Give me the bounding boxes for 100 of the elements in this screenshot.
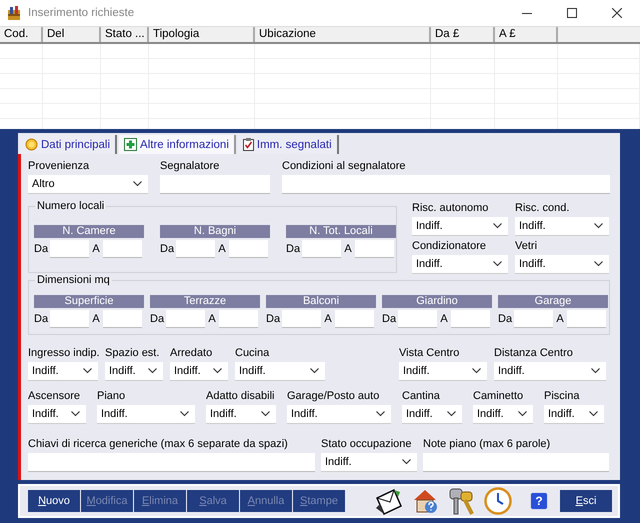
range-label: A [555, 313, 565, 325]
field-label: Spazio est. [105, 347, 160, 360]
dropdown[interactable]: Indiff. [206, 405, 276, 424]
chevron-icon [376, 411, 385, 417]
input-field[interactable] [103, 240, 142, 258]
chevron-icon [402, 459, 411, 465]
dropdown[interactable]: Indiff. [321, 453, 417, 472]
field-label: Ascensore [28, 390, 81, 403]
field-label: Adatto disabili [206, 390, 276, 403]
range-label: Da [266, 313, 282, 325]
range-label: A [91, 313, 101, 325]
input-field[interactable] [50, 310, 89, 328]
clipboard-icon [242, 138, 254, 151]
column-header[interactable]: A £ [495, 27, 558, 42]
dropdown[interactable]: Indiff. [494, 362, 606, 381]
house-icon[interactable] [412, 487, 440, 515]
column-header[interactable]: Ubicazione [255, 27, 431, 42]
input-field[interactable] [28, 453, 315, 472]
input-field[interactable] [514, 310, 553, 328]
field-label: Piano [97, 390, 126, 403]
input-field[interactable] [423, 453, 609, 472]
dropdown[interactable]: Indiff. [399, 362, 487, 381]
range-label: Da [150, 313, 166, 325]
range-header: N. Camere [34, 225, 144, 238]
column-header[interactable]: Tipologia [149, 27, 255, 42]
input-field[interactable] [335, 310, 374, 328]
field-label: Vetri [515, 240, 538, 253]
field-label: Stato occupazione [321, 438, 413, 451]
field-label: Ingresso indip. [28, 347, 98, 360]
input-field[interactable] [282, 310, 321, 328]
help-button[interactable]: ? [530, 492, 548, 510]
field-label: Condizionatore [412, 240, 487, 253]
input-field[interactable] [567, 310, 606, 328]
column-header[interactable]: Del [43, 27, 101, 42]
range-label: A [343, 243, 353, 255]
window-title: Inserimento richieste [28, 7, 134, 19]
exit-button[interactable]: Esci [560, 490, 612, 512]
dropdown[interactable]: Indiff. [235, 362, 325, 381]
dropdown[interactable]: Indiff. [170, 362, 228, 381]
field-label: Vista Centro [399, 347, 460, 360]
app-icon [7, 5, 21, 21]
input-field[interactable] [302, 240, 341, 258]
range-header: N. Tot. Locali [286, 225, 396, 238]
dropdown[interactable]: Indiff. [287, 405, 391, 424]
dropdown[interactable]: Indiff. [544, 405, 604, 424]
dropdown[interactable]: Indiff. [97, 405, 195, 424]
chevron-icon [310, 368, 319, 374]
action-button[interactable]: Nuovo [28, 490, 80, 512]
range-label: Da [34, 243, 50, 255]
column-header[interactable]: Cod. [0, 27, 43, 42]
dropdown[interactable]: Altro [28, 175, 148, 194]
clock-icon[interactable] [484, 487, 512, 515]
field-label: Condizioni al segnalatore [282, 160, 407, 173]
chevron-icon [148, 368, 157, 374]
chevron-icon [518, 411, 527, 417]
chevron-icon [83, 368, 92, 374]
chevron-icon [591, 368, 600, 374]
dropdown[interactable]: Indiff. [412, 255, 508, 274]
range-header: Terrazze [150, 295, 260, 308]
range-header: Garage [498, 295, 608, 308]
chevron-icon [213, 368, 222, 374]
dropdown[interactable]: Indiff. [28, 405, 86, 424]
group-title: Dimensioni mq [35, 274, 112, 286]
range-header: Balconi [266, 295, 376, 308]
chevron-icon [493, 223, 502, 229]
dropdown[interactable]: Indiff. [412, 217, 508, 236]
dropdown[interactable]: Indiff. [473, 405, 533, 424]
input-field[interactable] [160, 175, 270, 194]
chevron-icon [493, 261, 502, 267]
dropdown[interactable]: Indiff. [515, 255, 609, 274]
column-header[interactable]: Da £ [431, 27, 495, 42]
input-field[interactable] [282, 175, 610, 194]
field-label: Piscina [544, 390, 580, 403]
input-field[interactable] [451, 310, 490, 328]
range-label: Da [382, 313, 398, 325]
column-header[interactable]: Stato ... [101, 27, 149, 42]
plus-icon [124, 138, 138, 151]
range-header: Superficie [34, 295, 144, 308]
close-icon[interactable] [612, 8, 622, 18]
dropdown[interactable]: Indiff. [105, 362, 163, 381]
input-field[interactable] [103, 310, 142, 328]
keys-icon[interactable] [448, 486, 476, 516]
field-label: Segnalatore [160, 160, 220, 173]
input-field[interactable] [50, 240, 89, 258]
dropdown[interactable]: Indiff. [402, 405, 462, 424]
dropdown[interactable]: Indiff. [515, 217, 609, 236]
input-field[interactable] [176, 240, 215, 258]
range-header: Giardino [382, 295, 492, 308]
dropdown[interactable]: Indiff. [28, 362, 98, 381]
range-label: A [323, 313, 333, 325]
field-label: Arredato [170, 347, 214, 360]
envelope-icon[interactable] [374, 486, 404, 516]
tab[interactable]: Altre informazioni [119, 135, 236, 154]
input-field[interactable] [229, 240, 268, 258]
sun-icon [25, 138, 38, 151]
input-field[interactable] [398, 310, 437, 328]
input-field[interactable] [219, 310, 258, 328]
maximize-icon[interactable] [567, 8, 577, 18]
input-field[interactable] [166, 310, 205, 328]
input-field[interactable] [355, 240, 394, 258]
